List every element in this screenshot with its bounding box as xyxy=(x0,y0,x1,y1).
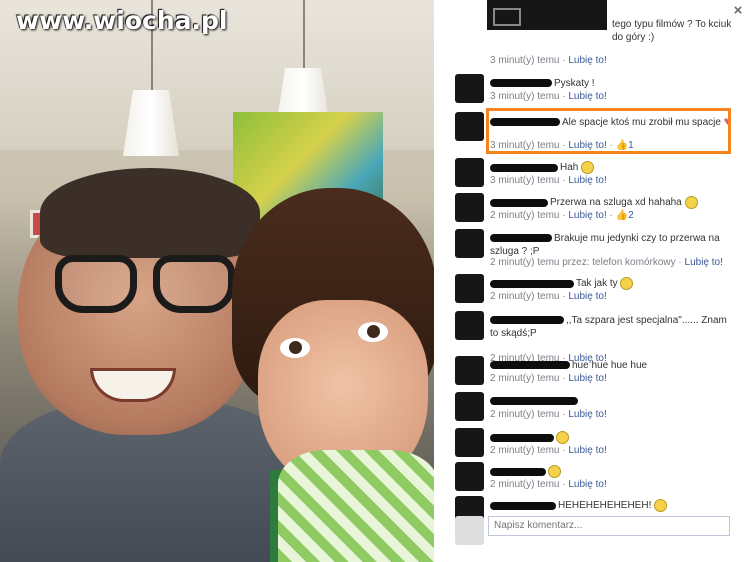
redacted-name xyxy=(490,397,578,406)
avatar[interactable] xyxy=(455,74,484,103)
redacted-name xyxy=(490,467,546,476)
post-time: 3 minut(y) temu xyxy=(490,55,560,66)
avatar[interactable] xyxy=(455,193,484,222)
lamp-cord xyxy=(303,0,305,70)
like-link[interactable]: Lubię to! xyxy=(568,479,606,490)
comment-meta: 2 minut(y) temu · Lubię to! xyxy=(490,373,607,384)
comment-meta: 3 minut(y) temu · Lubię to! xyxy=(490,175,607,186)
smiley-icon: :) xyxy=(581,161,595,174)
avatar[interactable] xyxy=(455,462,484,491)
like-link[interactable]: Lubię to! xyxy=(685,257,723,268)
thumbs-up-icon: 👍 xyxy=(615,210,629,221)
comment-meta: 2 minut(y) temu · Lubię to! xyxy=(490,291,607,302)
redacted-name xyxy=(490,316,564,325)
comment-text: Tak jak ty :) xyxy=(490,277,735,290)
eye xyxy=(358,322,388,342)
comment-composer xyxy=(455,510,745,550)
avatar[interactable] xyxy=(455,274,484,303)
comment-text: Przerwa na szluga xd hahaha :) xyxy=(490,196,735,209)
avatar[interactable] xyxy=(455,356,484,385)
redacted-name xyxy=(490,79,552,88)
avatar[interactable] xyxy=(455,428,484,457)
highlight-box xyxy=(486,108,731,154)
play-icon xyxy=(493,8,521,26)
smiley-icon: :) xyxy=(548,465,561,478)
like-link[interactable]: Lubię to! xyxy=(568,55,606,66)
comment-text xyxy=(490,395,735,408)
like-link[interactable]: Lubię to! xyxy=(568,91,606,102)
redacted-name xyxy=(490,163,558,172)
selfie-photo: www.wiocha.pl xyxy=(0,0,434,562)
like-count: 2 xyxy=(628,210,634,221)
comment-text: ,,Ta szpara jest specjalna"...... Znam t… xyxy=(490,315,727,339)
like-link[interactable]: Lubię to! xyxy=(568,175,606,186)
glasses xyxy=(55,255,245,317)
comment-text: hue hue hue hue xyxy=(490,359,735,372)
avatar[interactable] xyxy=(455,229,484,258)
comment-meta: 3 minut(y) temu · Lubię to! xyxy=(490,91,607,102)
avatar xyxy=(455,516,484,545)
like-link[interactable]: Lubię to! xyxy=(568,210,606,221)
redacted-name xyxy=(490,279,574,288)
comment-text: :) xyxy=(490,465,735,478)
post-meta: 3 minut(y) temu · Lubię to! xyxy=(490,55,607,66)
comment-text: Brakuje mu jedynki czy to przerwa na szl… xyxy=(490,233,720,257)
like-link[interactable]: Lubię to! xyxy=(568,291,606,302)
video-thumbnail[interactable] xyxy=(487,0,607,30)
avatar[interactable] xyxy=(455,112,484,141)
comment-meta: 2 minut(y) temu · Lubię to! xyxy=(490,445,607,456)
like-link[interactable]: Lubię to! xyxy=(568,409,606,420)
glasses-lens xyxy=(55,255,137,313)
eye xyxy=(280,338,310,358)
comment-meta: 2 minut(y) temu · Lubię to! xyxy=(490,409,607,420)
glasses-lens xyxy=(153,255,235,313)
like-link[interactable]: Lubię to! xyxy=(568,445,606,456)
smiley-icon: :) xyxy=(556,431,569,444)
comment-meta: 2 minut(y) temu · Lubię to! · 👍2 xyxy=(490,210,634,221)
comment-meta: 2 minut(y) temu · Lubię to! xyxy=(490,479,607,490)
redacted-name xyxy=(490,433,554,442)
comment-input[interactable] xyxy=(488,516,730,536)
like-link[interactable]: Lubię to! xyxy=(568,373,606,384)
smiley-icon: :) xyxy=(684,196,698,209)
comment-meta: 2 minut(y) temu przez: telefon komórkowy… xyxy=(490,257,723,268)
redacted-name xyxy=(490,198,548,207)
comment-text: :) xyxy=(490,431,735,444)
comment-text: Pyskaty ! xyxy=(490,77,735,90)
avatar[interactable] xyxy=(455,311,484,340)
comment-text: Hah :) xyxy=(490,161,735,174)
redacted-name xyxy=(490,361,570,370)
man-hair xyxy=(40,168,260,258)
close-icon[interactable]: × xyxy=(730,3,746,19)
avatar[interactable] xyxy=(455,158,484,187)
redacted-name xyxy=(490,501,556,510)
redacted-name xyxy=(490,234,552,243)
post-text: tego typu filmów ? To kciuk do góry :) xyxy=(612,19,732,43)
avatar[interactable] xyxy=(455,392,484,421)
boy-shirt xyxy=(278,450,434,562)
watermark: www.wiocha.pl xyxy=(16,6,228,35)
smiley-icon: :) xyxy=(620,277,634,290)
